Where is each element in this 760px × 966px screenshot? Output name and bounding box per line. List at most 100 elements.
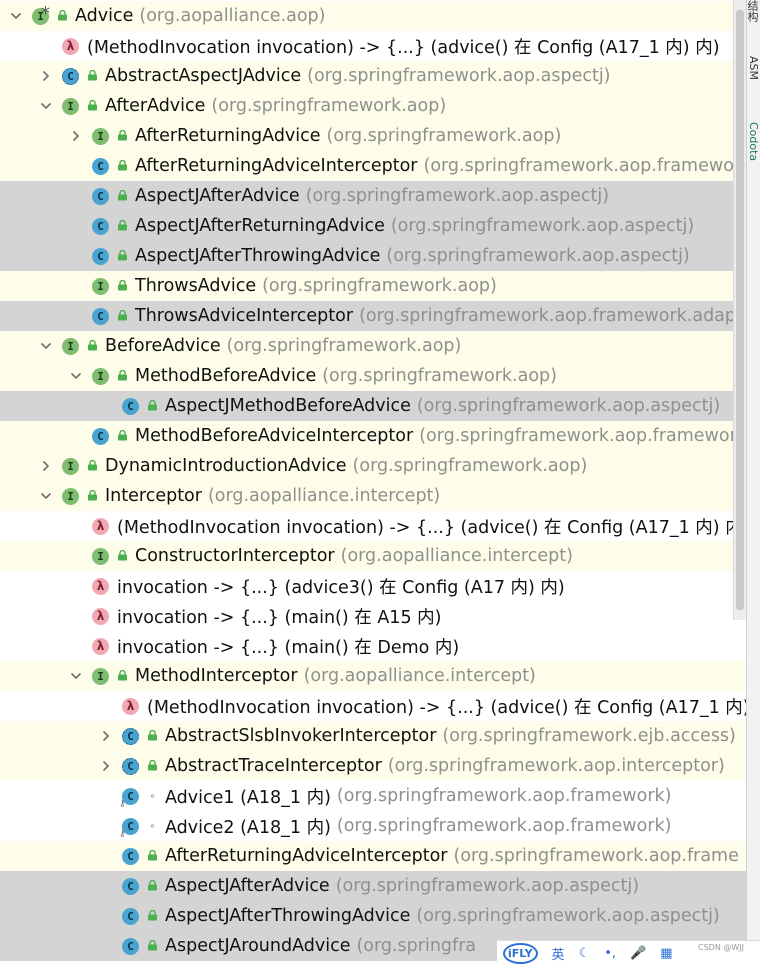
tree-row[interactable]: I MethodInterceptor (org.aopalliance.inter…: [0, 661, 746, 691]
tree-row[interactable]: I BeforeAdvice (org.springframework.aop): [0, 331, 746, 361]
tree-row[interactable]: I Interceptor (org.aopalliance.intercept): [0, 481, 746, 511]
chevron-right-icon[interactable]: [38, 451, 54, 481]
tree-row[interactable]: I AfterAdvice (org.springframework.aop): [0, 91, 746, 121]
side-tab-asm[interactable]: ASM: [747, 56, 760, 80]
public-lock-icon: [147, 400, 158, 411]
microphone-icon[interactable]: 🎤: [630, 946, 646, 961]
chevron-down-icon[interactable]: [8, 1, 24, 31]
moon-icon[interactable]: ☾: [579, 946, 591, 961]
tree-row[interactable]: I Advice (org.aopalliance.aop) *: [0, 1, 746, 31]
tree-row[interactable]: λ (MethodInvocation invocation) -> {...} …: [0, 691, 746, 721]
abstract-class-icon: C: [62, 67, 79, 85]
side-tab-codota[interactable]: Codota: [747, 122, 760, 161]
tree-row[interactable]: C AbstractTraceInterceptor (org.springfram…: [0, 751, 746, 781]
node-icon-wrap: C: [62, 66, 84, 86]
public-lock-icon: [147, 910, 158, 921]
public-lock-icon: [147, 760, 158, 771]
node-name: (MethodInvocation invocation) -> {...} (…: [87, 37, 720, 58]
node-package: (org.springframework.aop.aspectj): [390, 216, 695, 236]
node-name: BeforeAdvice: [105, 336, 221, 356]
node-icon-wrap: I: [92, 276, 114, 296]
grid-icon[interactable]: ▦: [660, 946, 672, 961]
tree-row[interactable]: C AspectJMethodBeforeAdvice (org.springfra…: [0, 391, 746, 421]
tree-row[interactable]: C MethodBeforeAdviceInterceptor (org.sprin…: [0, 421, 746, 451]
node-name: ThrowsAdvice: [135, 276, 257, 296]
public-lock-icon: [117, 190, 128, 201]
lambda-icon: λ: [92, 637, 109, 655]
scrollbar-thumb[interactable]: [736, 10, 744, 610]
node-name: AbstractAspectJAdvice: [105, 66, 302, 86]
tree-row[interactable]: C AfterReturningAdviceInterceptor (org.spr…: [0, 151, 746, 181]
tree-row[interactable]: C AspectJAfterThrowingAdvice (org.springfr…: [0, 901, 746, 931]
toggle-spacer: [98, 691, 114, 721]
tree-row[interactable]: λ (MethodInvocation invocation) -> {...} …: [0, 31, 746, 61]
public-lock-icon: [117, 130, 128, 141]
tree-row[interactable]: λ invocation -> {...} (main() 在 A15 内): [0, 601, 746, 631]
node-package: (org.springframework.aop): [326, 126, 562, 146]
chevron-right-icon[interactable]: [98, 751, 114, 781]
chevron-right-icon[interactable]: [98, 721, 114, 751]
node-name: MethodBeforeAdvice: [135, 366, 317, 386]
side-tab-structure[interactable]: 结构: [747, 0, 760, 22]
chevron-right-icon[interactable]: [68, 121, 84, 151]
package-private-dot-icon: ∘: [149, 820, 156, 832]
tree-row[interactable]: C ThrowsAdviceInterceptor (org.springframe…: [0, 301, 746, 331]
tree-row[interactable]: I ThrowsAdvice (org.springframework.aop): [0, 271, 746, 301]
chevron-down-icon[interactable]: [68, 661, 84, 691]
tree-row[interactable]: C AspectJAfterReturningAdvice (org.springf…: [0, 211, 746, 241]
class-icon: C: [92, 217, 109, 235]
node-icon-wrap: I: [62, 456, 84, 476]
public-lock-icon: [147, 850, 158, 861]
node-name: Advice2 (A18_1 内): [165, 817, 331, 838]
chevron-down-icon[interactable]: [38, 481, 54, 511]
node-name: Advice1 (A18_1 内): [165, 787, 331, 808]
node-package: (org.springframework.aop.framework.adapt…: [359, 306, 746, 326]
tree-row[interactable]: C AfterReturningAdviceInterceptor (org.spr…: [0, 841, 746, 871]
node-name: AfterReturningAdviceInterceptor: [165, 846, 448, 866]
public-lock-icon: [117, 430, 128, 441]
interface-icon: I: [62, 457, 79, 475]
tree-row[interactable]: C AbstractAspectJAdvice (org.springframewo…: [0, 61, 746, 91]
node-icon-wrap: C: [122, 906, 144, 926]
tree-row[interactable]: C AspectJAfterAdvice (org.springframework.…: [0, 871, 746, 901]
public-lock-icon: [117, 370, 128, 381]
tree-row[interactable]: C AspectJAfterAdvice (org.springframework.…: [0, 181, 746, 211]
node-icon-wrap: C: [92, 156, 114, 176]
class-icon: C: [92, 247, 109, 265]
toggle-spacer: [68, 541, 84, 571]
node-package: (org.springframework.aop.aspectj): [416, 906, 720, 926]
tree-row[interactable]: I AfterReturningAdvice (org.springframewor…: [0, 121, 746, 151]
node-name: AbstractSlsbInvokerInterceptor: [165, 726, 437, 746]
node-icon-wrap: C: [122, 876, 144, 896]
toggle-spacer: [68, 271, 84, 301]
tree-row[interactable]: λ invocation -> {...} (main() 在 Demo 内): [0, 631, 746, 661]
lambda-icon: λ: [62, 37, 79, 55]
chevron-down-icon[interactable]: [38, 91, 54, 121]
tree-row[interactable]: I ConstructorInterceptor (org.aopalliance.…: [0, 541, 746, 571]
punctuation-icon[interactable]: •,: [604, 946, 616, 961]
node-name: AfterReturningAdvice: [135, 126, 321, 146]
ifly-logo-icon[interactable]: iFLY: [503, 943, 538, 964]
chevron-right-icon[interactable]: [38, 61, 54, 91]
node-icon-wrap: C: [92, 426, 114, 446]
toggle-spacer: [68, 181, 84, 211]
hierarchy-tree[interactable]: I Advice (org.aopalliance.aop) * λ (MethodInv…: [0, 0, 746, 965]
node-package: (org.springframework.aop): [211, 96, 447, 116]
tree-row[interactable]: C AbstractSlsbInvokerInterceptor (org.spri…: [0, 721, 746, 751]
tree-row[interactable]: λ invocation -> {...} (advice3() 在 Config…: [0, 571, 746, 601]
tree-row[interactable]: C AspectJAfterThrowingAdvice (org.springfr…: [0, 241, 746, 271]
public-lock-icon: [147, 940, 158, 951]
tree-row[interactable]: C ⚷ ∘ Advice1 (A18_1 内) (org.springframework…: [0, 781, 746, 811]
node-name: (MethodInvocation invocation) -> {...} (…: [117, 517, 746, 538]
tree-row[interactable]: I DynamicIntroductionAdvice (org.springfra…: [0, 451, 746, 481]
node-icon-wrap: λ: [92, 516, 114, 536]
tree-row[interactable]: λ (MethodInvocation invocation) -> {...} …: [0, 511, 746, 541]
chevron-down-icon[interactable]: [38, 331, 54, 361]
ime-language-toggle[interactable]: 英: [552, 944, 565, 963]
chevron-down-icon[interactable]: [68, 361, 84, 391]
tree-row[interactable]: C ⚷ ∘ Advice2 (A18_1 内) (org.springframework…: [0, 811, 746, 841]
node-icon-wrap: C: [92, 216, 114, 236]
tree-row[interactable]: I MethodBeforeAdvice (org.springframework.…: [0, 361, 746, 391]
node-package: (org.springframework.aop): [262, 276, 497, 296]
node-icon-wrap: I: [92, 546, 114, 566]
